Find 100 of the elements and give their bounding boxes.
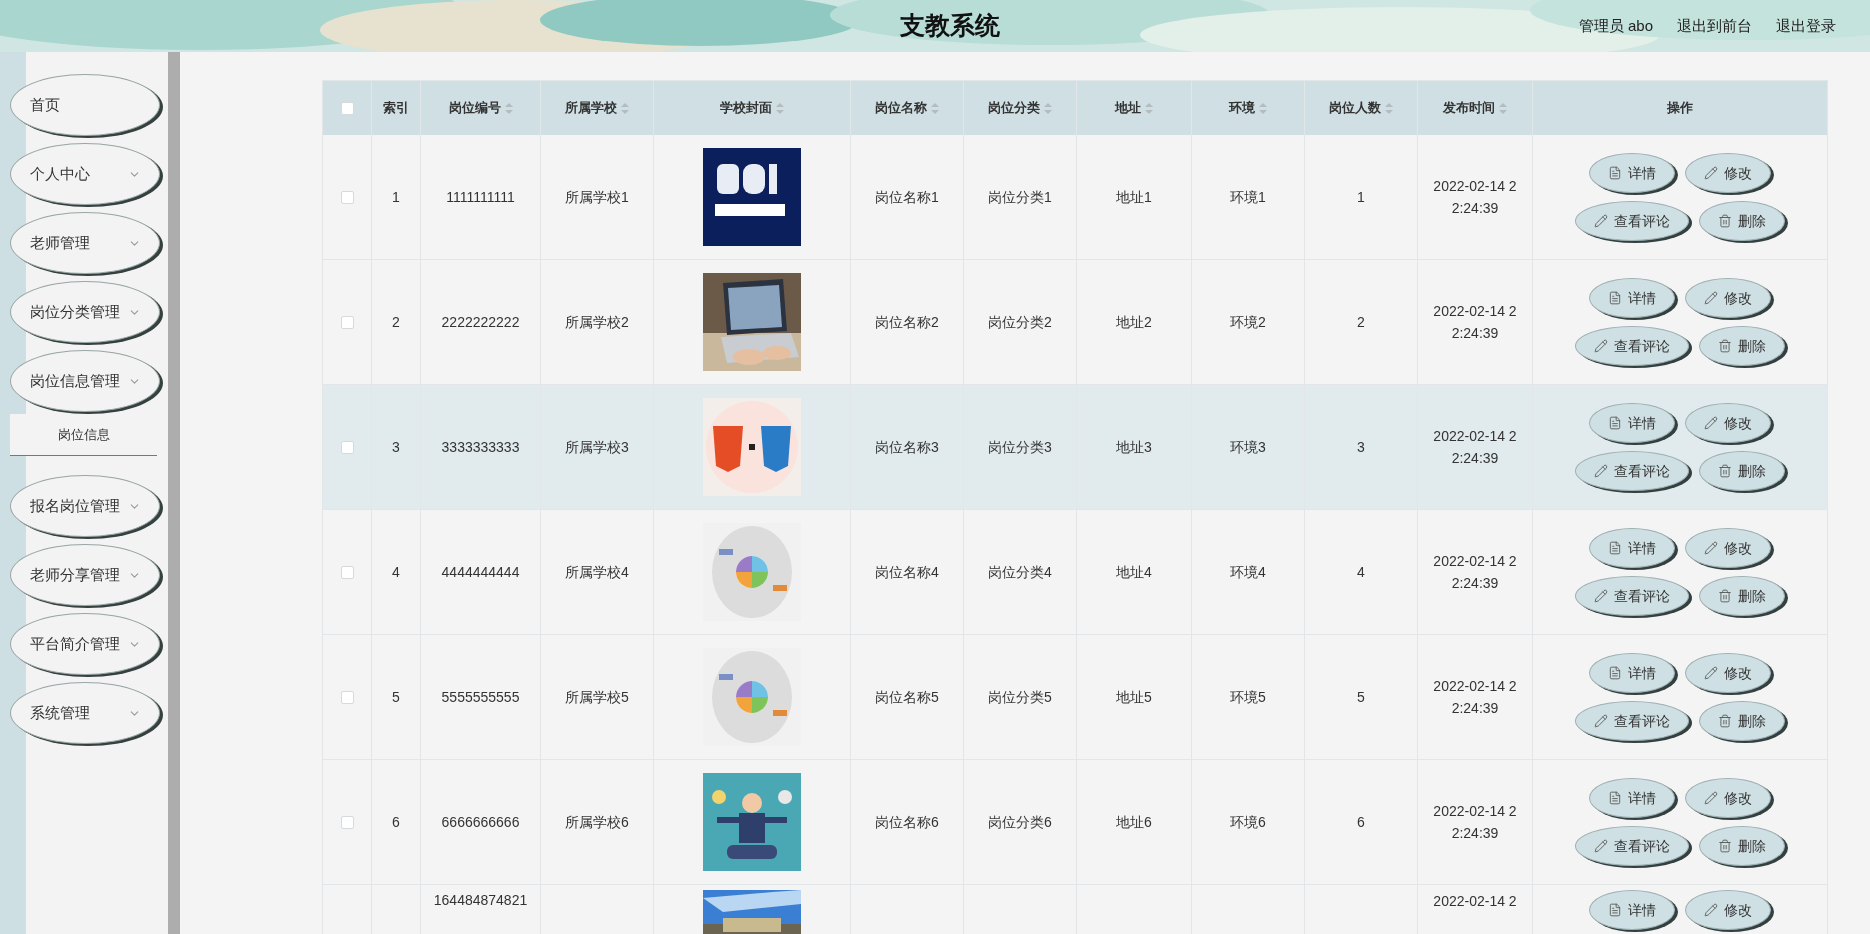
checkbox[interactable] xyxy=(340,565,354,579)
category-cell-text: 岗位分类1 xyxy=(988,187,1052,207)
view-comments-button[interactable]: 查看评论 xyxy=(1575,451,1689,491)
view-comments-button[interactable]: 查看评论 xyxy=(1575,201,1689,241)
sort-icon[interactable] xyxy=(1145,102,1153,114)
detail-button[interactable]: 详情 xyxy=(1589,778,1675,818)
edit-button[interactable]: 修改 xyxy=(1685,278,1771,318)
pencil-icon xyxy=(1594,464,1608,478)
sort-icon[interactable] xyxy=(931,102,939,114)
detail-button[interactable]: 详情 xyxy=(1589,528,1675,568)
category-cell-text: 岗位分类2 xyxy=(988,312,1052,332)
job-name-cell-text: 岗位名称3 xyxy=(875,437,939,457)
header-link[interactable]: 管理员 abo xyxy=(1578,14,1653,38)
sort-icon[interactable] xyxy=(1259,102,1267,114)
delete-button[interactable]: 删除 xyxy=(1699,576,1785,616)
document-icon xyxy=(1608,791,1622,805)
pencil-icon xyxy=(1594,839,1608,853)
environment-cell-text: 环境4 xyxy=(1230,562,1266,582)
view-comments-button[interactable]: 查看评论 xyxy=(1575,701,1689,741)
delete-button[interactable]: 删除 xyxy=(1699,201,1785,241)
address-cell-text: 地址2 xyxy=(1116,312,1152,332)
detail-button[interactable]: 详情 xyxy=(1589,653,1675,693)
edit-button[interactable]: 修改 xyxy=(1685,528,1771,568)
edit-button[interactable]: 修改 xyxy=(1685,778,1771,818)
delete-button[interactable]: 删除 xyxy=(1699,701,1785,741)
sort-icon[interactable] xyxy=(776,102,784,114)
sidebar-menu-item[interactable]: 老师分享管理 xyxy=(10,544,160,606)
environment-cell-text: 环境6 xyxy=(1230,812,1266,832)
address-cell-text: 地址3 xyxy=(1116,437,1152,457)
pencil-icon xyxy=(1594,714,1608,728)
pencil-icon xyxy=(1704,541,1718,555)
address-cell-text: 地址6 xyxy=(1116,812,1152,832)
sidebar-menu-item[interactable]: 系统管理 xyxy=(10,682,160,744)
time-cell-text: 2022-02-14 22:24:39 xyxy=(1432,427,1518,468)
category-cell-text: 岗位分类6 xyxy=(988,812,1052,832)
sidebar-menu-item[interactable]: 个人中心 xyxy=(10,143,160,205)
document-icon xyxy=(1608,291,1622,305)
index-cell-text: 1 xyxy=(392,187,400,207)
sort-icon[interactable] xyxy=(621,102,629,114)
checkbox[interactable] xyxy=(340,190,354,204)
sort-icon[interactable] xyxy=(1499,102,1507,114)
code-cell-text: 3333333333 xyxy=(441,437,520,457)
count-cell-text: 3 xyxy=(1357,437,1365,457)
sidebar-menu-item[interactable]: 平台简介管理 xyxy=(10,613,160,675)
job-name-cell-text: 岗位名称2 xyxy=(875,312,939,332)
checkbox[interactable] xyxy=(340,440,354,454)
pencil-icon xyxy=(1594,214,1608,228)
detail-button[interactable]: 详情 xyxy=(1589,278,1675,318)
detail-button[interactable]: 详情 xyxy=(1589,403,1675,443)
scrollbar[interactable] xyxy=(168,52,180,934)
sidebar-menu-item[interactable]: 老师管理 xyxy=(10,212,160,274)
address-cell-text: 地址1 xyxy=(1116,187,1152,207)
checkbox[interactable] xyxy=(340,315,354,329)
view-comments-button[interactable]: 查看评论 xyxy=(1575,576,1689,616)
edit-button[interactable]: 修改 xyxy=(1685,403,1771,443)
trash-icon xyxy=(1718,589,1732,603)
header-link[interactable]: 退出到前台 xyxy=(1677,14,1752,38)
count-cell-text: 4 xyxy=(1357,562,1365,582)
checkbox[interactable] xyxy=(340,815,354,829)
edit-button[interactable]: 修改 xyxy=(1685,653,1771,693)
time-cell-text: 2022-02-14 22:24:39 xyxy=(1432,802,1518,843)
detail-button[interactable]: 详情 xyxy=(1589,153,1675,193)
trash-icon xyxy=(1718,214,1732,228)
view-comments-button[interactable]: 查看评论 xyxy=(1575,826,1689,866)
checkbox[interactable] xyxy=(340,101,354,115)
document-icon xyxy=(1608,666,1622,680)
sort-icon[interactable] xyxy=(504,102,513,114)
sort-icon[interactable] xyxy=(1385,102,1393,114)
delete-button[interactable]: 删除 xyxy=(1699,326,1785,366)
sidebar-menu-item[interactable]: 首页 xyxy=(10,74,160,136)
code-cell-text: 5555555555 xyxy=(441,687,520,707)
delete-button[interactable]: 删除 xyxy=(1699,451,1785,491)
delete-button[interactable]: 删除 xyxy=(1699,826,1785,866)
job-name-cell-text: 岗位名称1 xyxy=(875,187,939,207)
index-cell-text: 5 xyxy=(392,687,400,707)
checkbox[interactable] xyxy=(340,690,354,704)
sidebar-menu-item[interactable]: 报名岗位管理 xyxy=(10,475,160,537)
header-link[interactable]: 退出登录 xyxy=(1776,14,1836,38)
sidebar-submenu-item[interactable]: 岗位信息 xyxy=(10,414,157,456)
document-icon xyxy=(1608,903,1622,917)
edit-button[interactable]: 修改 xyxy=(1685,153,1771,193)
edit-button[interactable]: 修改 xyxy=(1685,890,1771,930)
code-cell-text: 6666666666 xyxy=(441,812,520,832)
job-name-cell-text: 岗位名称4 xyxy=(875,562,939,582)
code-cell-text: 4444444444 xyxy=(441,562,520,582)
detail-button[interactable]: 详情 xyxy=(1589,890,1675,930)
count-cell-text: 6 xyxy=(1357,812,1365,832)
trash-icon xyxy=(1718,714,1732,728)
view-comments-button[interactable]: 查看评论 xyxy=(1575,326,1689,366)
sidebar-menu-item[interactable]: 岗位分类管理 xyxy=(10,281,160,343)
category-cell-text: 岗位分类3 xyxy=(988,437,1052,457)
index-cell-text: 3 xyxy=(392,437,400,457)
pencil-icon xyxy=(1704,416,1718,430)
sidebar-menu-item[interactable]: 岗位信息管理 xyxy=(10,350,160,412)
count-cell-text: 2 xyxy=(1357,312,1365,332)
job-name-cell-text: 岗位名称6 xyxy=(875,812,939,832)
pencil-icon xyxy=(1704,166,1718,180)
environment-cell-text: 环境1 xyxy=(1230,187,1266,207)
time-cell-text: 2022-02-14 22:24:39 xyxy=(1432,552,1518,593)
sort-icon[interactable] xyxy=(1044,102,1052,114)
